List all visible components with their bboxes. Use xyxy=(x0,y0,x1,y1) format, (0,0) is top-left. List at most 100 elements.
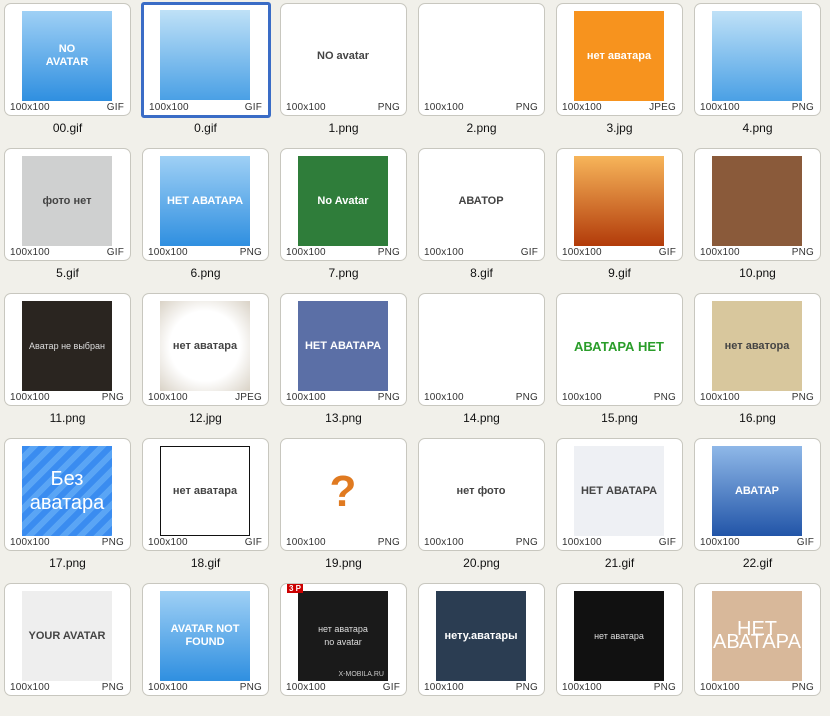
filename-label[interactable]: 7.png xyxy=(280,266,407,280)
thumbnail-tile[interactable]: фото нет 100x100 GIF xyxy=(4,148,131,261)
thumbnail-tile[interactable]: нет фото 100x100 PNG xyxy=(418,438,545,551)
thumbnail-item[interactable]: НЕТ АВАТАРА 100x100 PNG xyxy=(694,583,825,716)
thumbnail-item[interactable]: AVATAR NOT FOUND 100x100 PNG xyxy=(142,583,273,716)
thumbnail-tile[interactable]: нет аватара 100x100 GIF xyxy=(142,438,269,551)
filename-label[interactable]: 0.gif xyxy=(142,121,269,135)
thumbnail-image: ? xyxy=(298,446,388,536)
filename-label[interactable]: 14.png xyxy=(418,411,545,425)
thumbnail-image: AVATAR NOT FOUND xyxy=(160,591,250,681)
thumbnail-item[interactable]: АВАТАР 100x100 GIF 22.gif xyxy=(694,438,825,571)
thumbnail-tile[interactable]: АВАТАРА НЕТ 100x100 PNG xyxy=(556,293,683,406)
dimensions-label: 100x100 xyxy=(10,247,50,258)
filename-label[interactable]: 3.jpg xyxy=(556,121,683,135)
thumbnail-tile[interactable]: АВАТАР 100x100 GIF xyxy=(694,438,821,551)
thumbnail-item[interactable]: NO avatar 100x100 PNG 1.png xyxy=(280,3,411,136)
filetype-label: PNG xyxy=(101,537,124,548)
thumbnail-image: НЕТ АВАТАРА xyxy=(712,591,802,681)
thumbnail-item[interactable]: 100x100 GIF 0.gif xyxy=(141,2,273,136)
thumbnail-item[interactable]: нет аватара no avatar X-MOBILA.RU 3 P 100x1… xyxy=(280,583,411,716)
filename-label[interactable]: 4.png xyxy=(694,121,821,135)
thumbnail-tile[interactable]: NO AVATAR 100x100 GIF xyxy=(4,3,131,116)
thumbnail-tile[interactable]: AVATAR NOT FOUND 100x100 PNG xyxy=(142,583,269,696)
filename-label[interactable]: 11.png xyxy=(4,411,131,425)
filetype-label: GIF xyxy=(244,537,262,548)
thumbnail-tile[interactable]: нет аватора 100x100 PNG xyxy=(694,293,821,406)
thumbnail-tile[interactable]: 100x100 GIF xyxy=(556,148,683,261)
thumbnail-item[interactable]: нету.аватары 100x100 PNG xyxy=(418,583,549,716)
filename-label[interactable]: 9.gif xyxy=(556,266,683,280)
thumbnail-tile[interactable]: No Avatar 100x100 PNG xyxy=(280,148,407,261)
thumbnail-image xyxy=(712,156,802,246)
filename-label[interactable]: 12.jpg xyxy=(142,411,269,425)
thumbnail-item[interactable]: НЕТ АВАТАРА 100x100 PNG 13.png xyxy=(280,293,411,426)
thumbnail-tile[interactable]: АВАТОР 100x100 GIF xyxy=(418,148,545,261)
thumbnail-tile[interactable]: 100x100 PNG xyxy=(694,3,821,116)
filename-label[interactable]: 18.gif xyxy=(142,556,269,570)
thumbnail-item[interactable]: 100x100 PNG 14.png xyxy=(418,293,549,426)
filename-label[interactable]: 1.png xyxy=(280,121,407,135)
filename-label[interactable]: 17.png xyxy=(4,556,131,570)
filename-label[interactable]: 5.gif xyxy=(4,266,131,280)
thumbnail-text: фото нет xyxy=(42,194,92,207)
thumbnail-tile[interactable]: YOUR AVATAR 100x100 PNG xyxy=(4,583,131,696)
filename-label[interactable]: 22.gif xyxy=(694,556,821,570)
thumbnail-item[interactable]: нет аватара 100x100 JPEG 3.jpg xyxy=(556,3,687,136)
filename-label[interactable]: 20.png xyxy=(418,556,545,570)
thumbnail-tile[interactable]: НЕТ АВАТАРА 100x100 GIF xyxy=(556,438,683,551)
thumbnail-item[interactable]: нет аватара 100x100 PNG xyxy=(556,583,687,716)
thumbnail-tile[interactable]: Без аватара 100x100 PNG xyxy=(4,438,131,551)
thumbnail-item[interactable]: 100x100 PNG 10.png xyxy=(694,148,825,281)
filename-label[interactable]: 2.png xyxy=(418,121,545,135)
thumbnail-item[interactable]: 100x100 PNG 2.png xyxy=(418,3,549,136)
thumbnail-tile[interactable]: NO avatar 100x100 PNG xyxy=(280,3,407,116)
thumbnail-item[interactable]: АВАТОР 100x100 GIF 8.gif xyxy=(418,148,549,281)
thumbnail-item[interactable]: фото нет 100x100 GIF 5.gif xyxy=(4,148,135,281)
filename-label[interactable]: 10.png xyxy=(694,266,821,280)
thumbnail-item[interactable]: 100x100 GIF 9.gif xyxy=(556,148,687,281)
thumbnail-item[interactable]: YOUR AVATAR 100x100 PNG xyxy=(4,583,135,716)
thumbnail-tile[interactable]: 100x100 PNG xyxy=(418,3,545,116)
thumbnail-item[interactable]: АВАТАРА НЕТ 100x100 PNG 15.png xyxy=(556,293,687,426)
thumbnail-item[interactable]: 100x100 PNG 4.png xyxy=(694,3,825,136)
thumbnail-tile[interactable]: НЕТ АВАТАРА 100x100 PNG xyxy=(142,148,269,261)
thumbnail-item[interactable]: нет аватара 100x100 JPEG 12.jpg xyxy=(142,293,273,426)
thumbnail-tile[interactable]: ? 100x100 PNG xyxy=(280,438,407,551)
thumbnail-tile[interactable]: нету.аватары 100x100 PNG xyxy=(418,583,545,696)
thumbnail-text: NO avatar xyxy=(317,49,369,62)
thumbnail-selected[interactable]: 100x100 GIF xyxy=(141,2,271,118)
filename-label[interactable]: 15.png xyxy=(556,411,683,425)
filename-label[interactable]: 00.gif xyxy=(4,121,131,135)
thumbnail-tile[interactable]: нет аватара 100x100 PNG xyxy=(556,583,683,696)
dimensions-label: 100x100 xyxy=(286,537,326,548)
thumbnail-item[interactable]: нет аватара 100x100 GIF 18.gif xyxy=(142,438,273,571)
thumbnail-grid: NO AVATAR 100x100 GIF 00.gif 100x100 GIF 0.gif… xyxy=(4,2,830,716)
filename-label[interactable]: 21.gif xyxy=(556,556,683,570)
thumbnail-item[interactable]: НЕТ АВАТАРА 100x100 PNG 6.png xyxy=(142,148,273,281)
thumbnail-tile[interactable]: 100x100 PNG xyxy=(694,148,821,261)
filename-label[interactable]: 8.gif xyxy=(418,266,545,280)
thumbnail-tile[interactable]: нет аватара 100x100 JPEG xyxy=(142,293,269,406)
thumbnail-image: фото нет xyxy=(22,156,112,246)
thumbnail-tile[interactable]: нет аватара no avatar X-MOBILA.RU 3 P 100x1… xyxy=(280,583,407,696)
thumbnail-item[interactable]: нет аватора 100x100 PNG 16.png xyxy=(694,293,825,426)
filename-label[interactable]: 16.png xyxy=(694,411,821,425)
dimensions-label: 100x100 xyxy=(700,102,740,113)
filename-label[interactable]: 6.png xyxy=(142,266,269,280)
thumbnail-tile[interactable]: НЕТ АВАТАРА 100x100 PNG xyxy=(280,293,407,406)
thumbnail-item[interactable]: ? 100x100 PNG 19.png xyxy=(280,438,411,571)
thumbnail-item[interactable]: НЕТ АВАТАРА 100x100 GIF 21.gif xyxy=(556,438,687,571)
thumbnail-item[interactable]: Аватар не выбран 100x100 PNG 11.png xyxy=(4,293,135,426)
thumbnail-item[interactable]: No Avatar 100x100 PNG 7.png xyxy=(280,148,411,281)
thumbnail-text: нет аватара xyxy=(594,630,644,641)
filename-label[interactable]: 19.png xyxy=(280,556,407,570)
thumbnail-item[interactable]: NO AVATAR 100x100 GIF 00.gif xyxy=(4,3,135,136)
filename-label[interactable]: 13.png xyxy=(280,411,407,425)
dimensions-label: 100x100 xyxy=(10,392,50,403)
thumbnail-item[interactable]: Без аватара 100x100 PNG 17.png xyxy=(4,438,135,571)
thumbnail-tile[interactable]: НЕТ АВАТАРА 100x100 PNG xyxy=(694,583,821,696)
thumbnail-tile[interactable]: нет аватара 100x100 JPEG xyxy=(556,3,683,116)
thumbnail-item[interactable]: нет фото 100x100 PNG 20.png xyxy=(418,438,549,571)
thumbnail-image: YOUR AVATAR xyxy=(22,591,112,681)
thumbnail-tile[interactable]: 100x100 PNG xyxy=(418,293,545,406)
thumbnail-tile[interactable]: Аватар не выбран 100x100 PNG xyxy=(4,293,131,406)
